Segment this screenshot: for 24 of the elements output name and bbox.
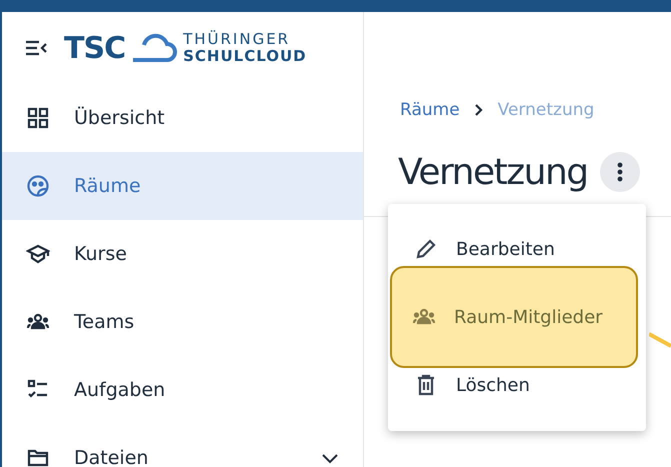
sidebar-item[interactable]: Teams xyxy=(2,288,363,356)
chevron-icon[interactable] xyxy=(321,452,339,464)
sidebar-item[interactable]: Kurse xyxy=(2,220,363,288)
breadcrumb-link[interactable]: Räume xyxy=(400,100,460,120)
grid-icon xyxy=(26,106,50,130)
menu-item[interactable]: Raum-Mitglieder xyxy=(390,266,638,368)
page-title: Vernetzung xyxy=(398,152,588,192)
annotation-line xyxy=(649,332,671,348)
logo-text: TSC xyxy=(64,30,126,66)
chevron-right-icon xyxy=(474,103,484,117)
sidebar-item[interactable]: Räume xyxy=(2,152,363,220)
sidebar-item[interactable]: Aufgaben xyxy=(2,356,363,424)
cloud-icon xyxy=(131,33,178,63)
logo-title: SCHULCLOUD xyxy=(183,48,307,65)
sidebar-item[interactable]: Dateien xyxy=(2,424,363,467)
graduation-cap-icon xyxy=(26,242,50,266)
menu-collapse-icon[interactable] xyxy=(26,40,48,56)
more-options-button[interactable] xyxy=(600,152,640,192)
logo-subtitle: THÜRINGER xyxy=(183,31,292,48)
sidebar-item[interactable]: Übersicht xyxy=(2,84,363,152)
kebab-icon xyxy=(616,162,623,182)
smiley-icon xyxy=(26,174,50,198)
breadcrumb-current: Vernetzung xyxy=(498,100,594,120)
pencil-icon xyxy=(414,237,438,261)
